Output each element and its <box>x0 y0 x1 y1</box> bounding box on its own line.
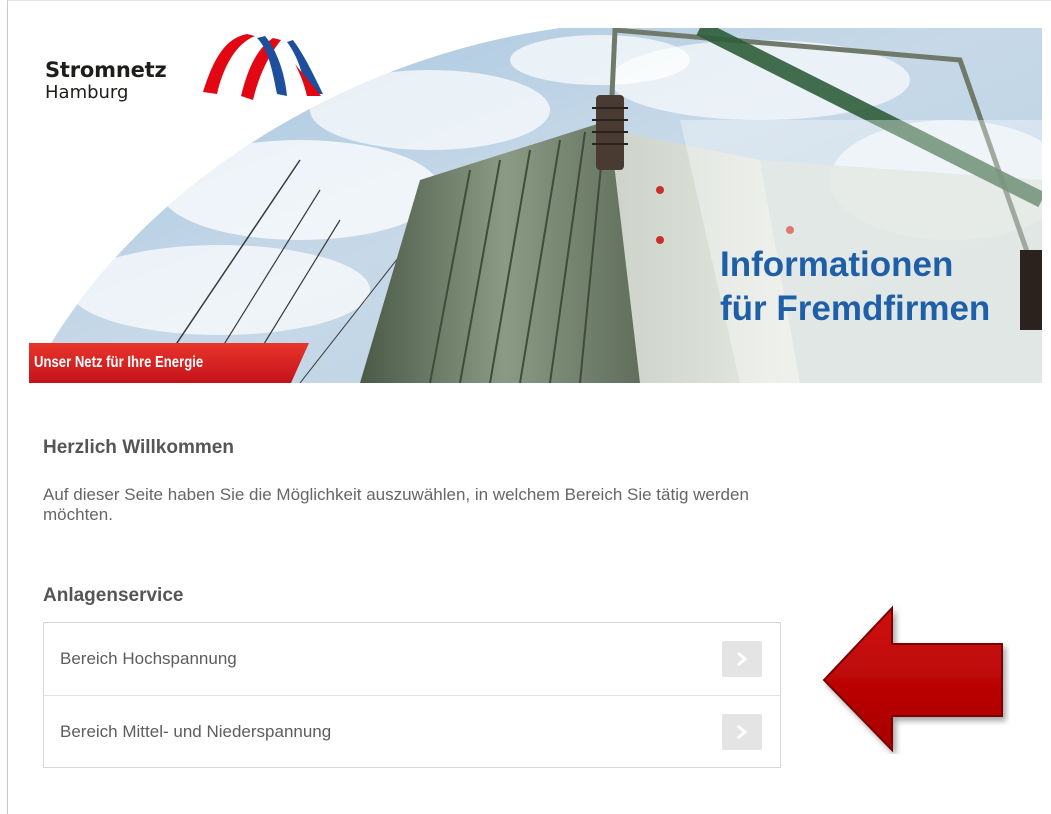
stromnetz-hamburg-logo[interactable]: Stromnetz Hamburg <box>45 30 345 120</box>
bereich-mittel-niederspannung-link[interactable]: Bereich Mittel- und Niederspannung <box>44 695 780 767</box>
welcome-heading: Herzlich Willkommen <box>43 437 234 458</box>
logo-mark-icon <box>203 34 323 100</box>
anlagenservice-heading: Anlagenservice <box>43 585 184 606</box>
hero-title: Informationen für Fremdfirmen <box>720 243 990 331</box>
hero-title-line2: für Fremdfirmen <box>720 289 991 328</box>
service-item-label: Bereich Hochspannung <box>60 649 237 668</box>
anlagenservice-list: Bereich Hochspannung Bereich Mittel- und… <box>43 622 781 768</box>
chevron-right-icon[interactable] <box>722 713 762 750</box>
slogan-text: Unser Netz für Ihre Energie <box>34 354 204 371</box>
logo-name-line1: Stromnetz <box>45 58 167 82</box>
logo-name-line2: Hamburg <box>45 82 129 103</box>
welcome-description: Auf dieser Seite haben Sie die Möglichke… <box>43 485 749 524</box>
bereich-hochspannung-link[interactable]: Bereich Hochspannung <box>44 623 780 695</box>
service-item-label: Bereich Mittel- und Niederspannung <box>60 721 332 741</box>
hero-title-line1: Informationen <box>720 245 954 284</box>
red-arrow-left-icon <box>822 605 1003 753</box>
chevron-right-icon[interactable] <box>722 641 762 677</box>
